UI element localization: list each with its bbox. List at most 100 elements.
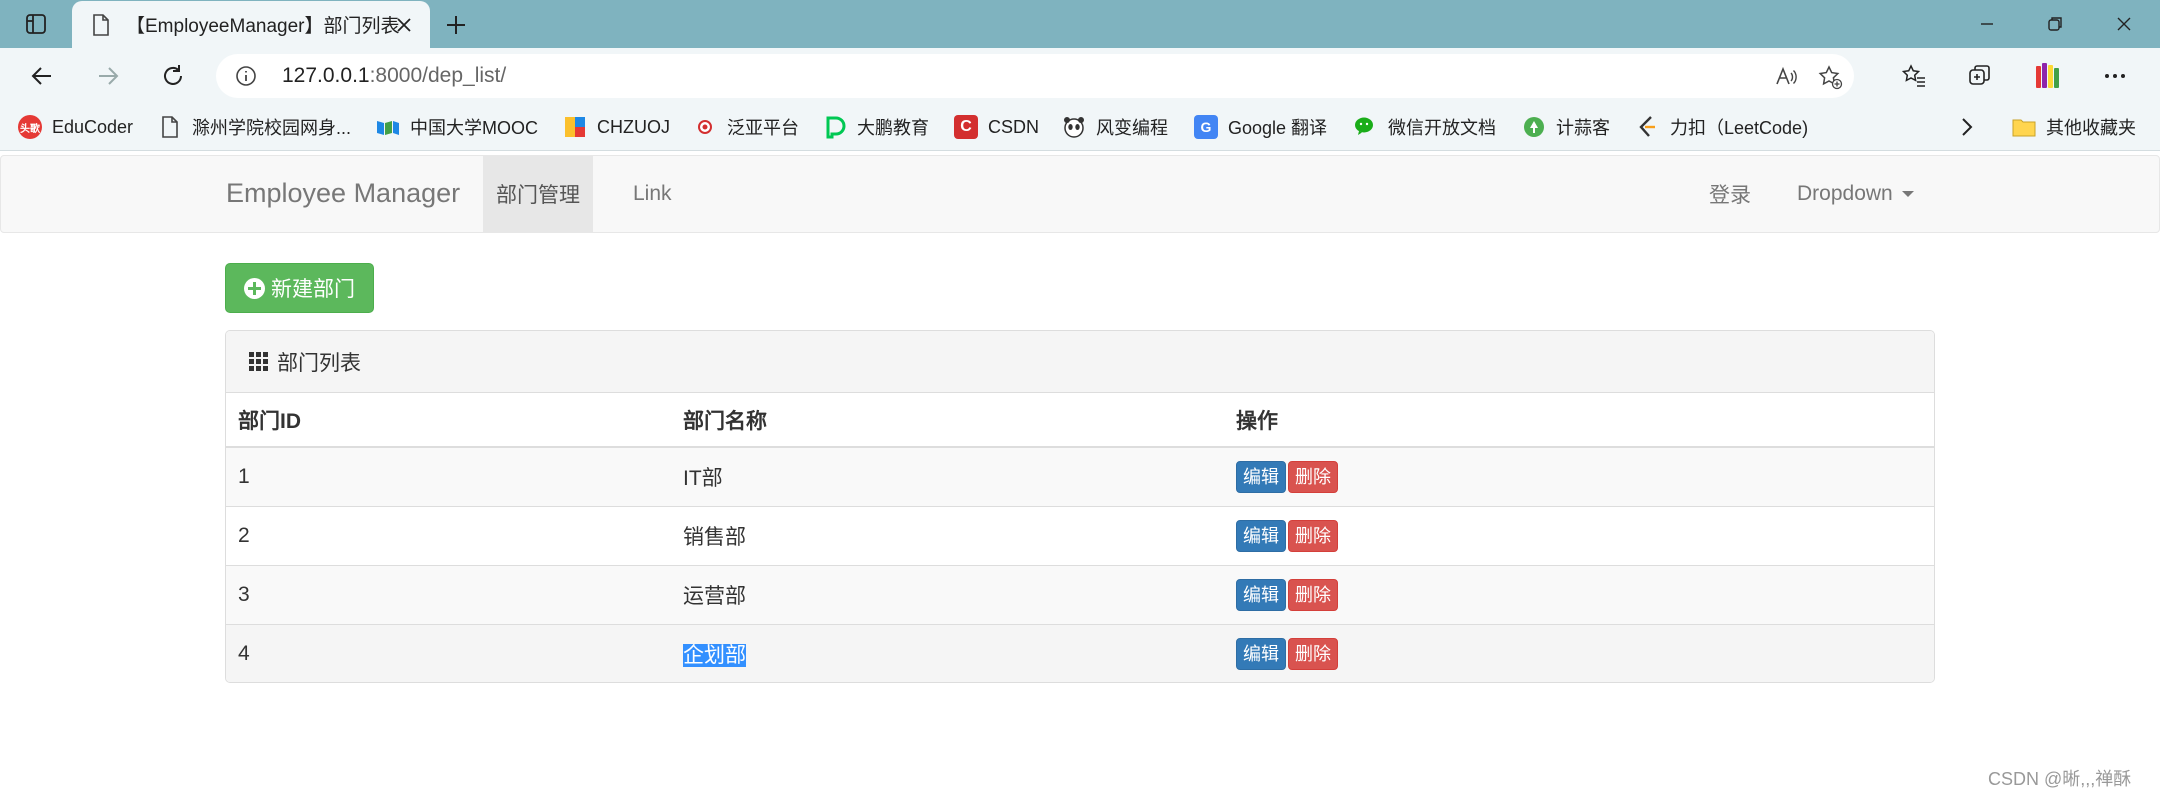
chzuoj-logo-icon (563, 115, 587, 139)
bookmarks-overflow-icon[interactable] (1960, 112, 1974, 142)
bookmark-fanya[interactable]: 泛亚平台 (693, 112, 799, 142)
page-icon (158, 115, 182, 139)
delete-button[interactable]: 删除 (1288, 460, 1338, 493)
bookmark-label: 计蒜客 (1556, 118, 1610, 138)
url-host: 127.0.0.1 (282, 64, 370, 87)
new-tab-icon[interactable] (441, 10, 471, 40)
bookmark-label: CSDN (988, 116, 1040, 137)
educoder-logo-icon: 头歌 (18, 115, 42, 139)
google-translate-logo-icon: G (1194, 115, 1218, 139)
read-aloud-icon[interactable] (1772, 63, 1800, 91)
bookmark-dapeng[interactable]: 大鹏教育 (823, 112, 929, 142)
bookmark-leetcode[interactable]: 力扣（LeetCode) (1636, 112, 1808, 142)
panel-title: 部门列表 (277, 351, 361, 375)
new-department-button[interactable]: 新建部门 (225, 263, 374, 313)
bookmark-label: 泛亚平台 (727, 118, 799, 138)
forward-icon[interactable] (90, 58, 126, 94)
profile-avatar-icon[interactable] (2030, 58, 2066, 94)
th-list-icon (249, 352, 268, 371)
wechat-logo-icon (1354, 115, 1378, 139)
bookmark-label: Google 翻译 (1228, 118, 1328, 138)
add-favorite-icon[interactable] (1816, 63, 1844, 91)
bookmark-fengbian[interactable]: 风变编程 (1062, 112, 1168, 142)
column-header-id: 部门ID (226, 393, 671, 448)
csdn-logo-icon: C (954, 115, 978, 139)
page-icon (90, 13, 112, 36)
nav-item-link[interactable]: Link (633, 156, 672, 232)
bookmark-google-translate[interactable]: G Google 翻译 (1194, 112, 1327, 142)
address-bar[interactable]: 127.0.0.1:8000/dep_list/ (216, 54, 1854, 98)
edit-button[interactable]: 编辑 (1236, 460, 1286, 493)
browser-tab-active[interactable]: 【EmployeeManager】部门列表 (72, 1, 430, 48)
leetcode-logo-icon (1636, 115, 1660, 139)
favorites-icon[interactable] (1896, 58, 1932, 94)
minimize-icon[interactable] (1963, 8, 2011, 40)
back-icon[interactable] (24, 58, 60, 94)
collections-icon[interactable] (1962, 58, 1998, 94)
close-window-icon[interactable] (2100, 8, 2148, 40)
close-tab-icon[interactable] (392, 13, 416, 37)
table-row: 1 IT部 编辑 删除 (226, 446, 1934, 506)
navbar-brand[interactable]: Employee Manager (226, 178, 460, 209)
nav-dropdown-label: Dropdown (1797, 182, 1893, 205)
bookmarks-bar: 头歌 EduCoder 滁州学院校园网身... 中国大学MOOC CHZUOJ 泛… (0, 104, 2160, 151)
delete-button[interactable]: 删除 (1288, 578, 1338, 611)
bookmark-wechat-docs[interactable]: 微信开放文档 (1354, 112, 1496, 142)
department-table: 部门ID 部门名称 操作 1 IT部 编辑 删除 2 销售部 编辑 删除 3 运营部… (226, 393, 1934, 682)
edit-button[interactable]: 编辑 (1236, 578, 1286, 611)
dapeng-logo-icon (823, 115, 847, 139)
fanya-logo-icon (693, 115, 717, 139)
bookmark-jisuanke[interactable]: 计蒜客 (1522, 112, 1610, 142)
row-actions: 编辑 删除 (1224, 623, 1934, 682)
app-navbar: Employee Manager 部门管理 Link 登录 Dropdown (0, 155, 2160, 233)
selected-text: 企划部 (683, 643, 746, 667)
mooc-logo-icon (376, 115, 400, 139)
other-bookmarks[interactable]: 其他收藏夹 (2012, 112, 2136, 142)
column-header-actions: 操作 (1224, 393, 1934, 448)
table-row: 3 运营部 编辑 删除 (226, 564, 1934, 624)
bookmark-label: 微信开放文档 (1388, 118, 1496, 138)
department-id: 3 (226, 564, 671, 624)
department-name: IT部 (671, 446, 1224, 506)
site-info-icon[interactable] (234, 64, 258, 88)
row-actions: 编辑 删除 (1224, 446, 1934, 506)
other-bookmarks-label: 其他收藏夹 (2046, 118, 2136, 138)
plus-circle-icon (244, 277, 265, 299)
jisuanke-logo-icon (1522, 115, 1546, 139)
delete-button[interactable]: 删除 (1288, 637, 1338, 670)
bookmark-chzuoj[interactable]: CHZUOJ (563, 112, 670, 142)
bookmark-label: CHZUOJ (597, 116, 670, 137)
delete-button[interactable]: 删除 (1288, 519, 1338, 552)
folder-icon (2012, 115, 2036, 139)
column-header-name: 部门名称 (671, 393, 1224, 448)
bookmark-educoder[interactable]: 头歌 EduCoder (18, 112, 133, 142)
edit-button[interactable]: 编辑 (1236, 519, 1286, 552)
tab-actions-icon[interactable] (22, 10, 50, 38)
bookmark-label: 中国大学MOOC (410, 118, 538, 138)
table-row: 2 销售部 编辑 删除 (226, 505, 1934, 565)
nav-login[interactable]: 登录 (1709, 156, 1751, 232)
table-row: 4 企划部 编辑 删除 (226, 623, 1934, 682)
url-path: :8000/dep_list/ (369, 64, 507, 87)
panel-heading: 部门列表 (226, 331, 1934, 393)
bookmark-csdn[interactable]: C CSDN (954, 112, 1039, 142)
bookmark-label: 滁州学院校园网身... (192, 118, 352, 138)
edit-button[interactable]: 编辑 (1236, 637, 1286, 670)
nav-dropdown[interactable]: Dropdown (1797, 156, 1914, 232)
department-id: 2 (226, 505, 671, 565)
nav-item-departments[interactable]: 部门管理 (483, 156, 593, 232)
url-text: 127.0.0.1:8000/dep_list/ (282, 64, 506, 88)
more-options-icon[interactable] (2097, 58, 2133, 94)
department-name: 企划部 (671, 623, 1224, 682)
department-id: 4 (226, 623, 671, 682)
bookmark-chzu-network[interactable]: 滁州学院校园网身... (158, 112, 351, 142)
browser-toolbar: 127.0.0.1:8000/dep_list/ (0, 48, 2160, 104)
refresh-icon[interactable] (155, 58, 191, 94)
row-actions: 编辑 删除 (1224, 505, 1934, 565)
bookmark-mooc[interactable]: 中国大学MOOC (376, 112, 538, 142)
table-header-row: 部门ID 部门名称 操作 (226, 393, 1934, 448)
department-list-panel: 部门列表 部门ID 部门名称 操作 1 IT部 编辑 删除 2 销售部 编辑 删除 … (225, 330, 1935, 683)
row-actions: 编辑 删除 (1224, 564, 1934, 624)
department-name: 销售部 (671, 505, 1224, 565)
restore-icon[interactable] (2031, 8, 2079, 40)
